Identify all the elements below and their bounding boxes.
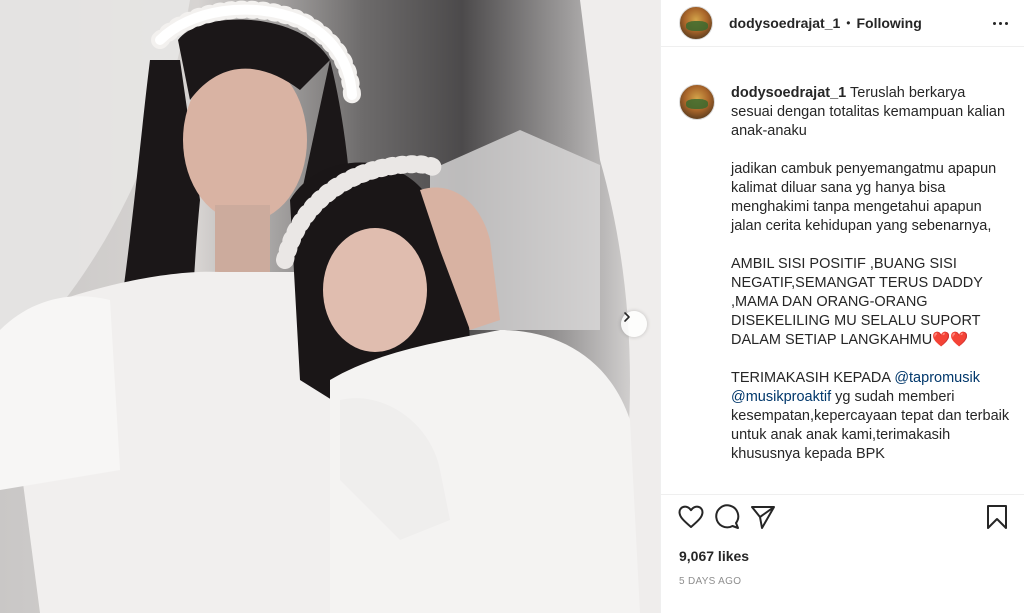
post-header: dodysoedrajat_1 • Following [661, 0, 1024, 47]
caption-paragraph: TERIMAKASIH KEPADA @tapromusik @musikpro… [731, 369, 1010, 464]
next-photo-button[interactable] [621, 311, 647, 337]
caption-author-username[interactable]: dodysoedrajat_1 [731, 85, 846, 101]
post-photo[interactable] [0, 0, 660, 613]
caption-paragraph-2: jadikan cambuk penyemangatmu apapun kali… [731, 161, 997, 234]
photo-illustration [0, 0, 660, 613]
caption-area[interactable]: dodysoedrajat_1 Teruslah berkarya sesuai… [661, 47, 1024, 493]
more-options-icon[interactable] [993, 16, 1008, 31]
heart-icon[interactable] [677, 503, 705, 531]
post-date: 5 DAYS AGO [679, 576, 742, 587]
comment-icon[interactable] [713, 503, 741, 531]
author-avatar[interactable] [679, 6, 713, 40]
action-bar [661, 494, 1024, 538]
share-icon[interactable] [749, 503, 777, 531]
caption-text: dodysoedrajat_1 Teruslah berkarya sesuai… [731, 84, 1010, 493]
chevron-right-icon [624, 312, 630, 322]
instagram-post: dodysoedrajat_1 • Following dodysoedraja… [0, 0, 1024, 613]
red-heart-emoji: ❤️❤️ [932, 332, 969, 348]
mention-link[interactable]: @tapromusik [894, 370, 980, 386]
mention-link[interactable]: @musikproaktif [731, 389, 831, 405]
likes-count[interactable]: 9,067 likes [679, 548, 749, 564]
post-side-panel: dodysoedrajat_1 • Following dodysoedraja… [660, 0, 1024, 613]
following-button[interactable]: Following [856, 15, 921, 31]
caption-paragraph-4-lead: TERIMAKASIH KEPADA [731, 370, 891, 386]
header-separator: • [846, 16, 851, 30]
caption-paragraph: AMBIL SISI POSITIF ,BUANG SISI NEGATIF,S… [731, 255, 1010, 350]
author-username[interactable]: dodysoedrajat_1 [729, 15, 840, 31]
caption-paragraph: dodysoedrajat_1 Teruslah berkarya sesuai… [731, 84, 1010, 141]
caption-author-avatar[interactable] [679, 84, 715, 120]
bookmark-icon[interactable] [983, 503, 1011, 531]
